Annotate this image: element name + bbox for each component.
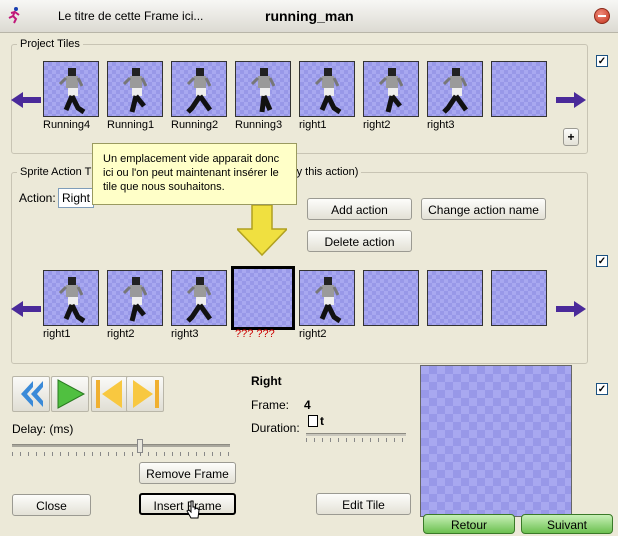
duration-spinner[interactable] bbox=[308, 415, 318, 427]
skip-to-start-button[interactable] bbox=[91, 376, 129, 412]
running-man-app-icon bbox=[8, 7, 20, 24]
project-tile-label: right2 bbox=[363, 119, 391, 131]
tile-preview bbox=[420, 365, 572, 517]
back-button[interactable]: Retour bbox=[423, 514, 515, 534]
close-window-icon[interactable] bbox=[594, 8, 610, 24]
frame-label: Frame: bbox=[251, 398, 290, 412]
add-tile-button[interactable]: + bbox=[563, 128, 579, 146]
frame-tile[interactable] bbox=[171, 270, 227, 326]
duration-label: Duration: bbox=[251, 421, 300, 435]
tooltip-text: Un emplacement vide apparait donc ici ou… bbox=[103, 153, 280, 193]
project-tile-label: Running4 bbox=[43, 119, 91, 131]
window-subtitle: Le titre de cette Frame ici... bbox=[58, 9, 204, 23]
play-icon bbox=[57, 379, 86, 409]
action-name-heading: Right bbox=[251, 374, 282, 388]
frames-left-arrow-icon[interactable] bbox=[11, 299, 41, 319]
project-tile[interactable] bbox=[299, 61, 355, 117]
delay-slider[interactable] bbox=[12, 444, 230, 447]
close-button[interactable]: Close bbox=[12, 494, 91, 516]
action-select-value: Right bbox=[62, 191, 91, 205]
action-select[interactable]: Right bbox=[58, 188, 94, 208]
duration-slider-ticks bbox=[306, 438, 406, 442]
frame-tile-label: right2 bbox=[299, 328, 327, 340]
sprite-action-label: Sprite Action T bbox=[17, 166, 95, 178]
remove-frame-button[interactable]: Remove Frame bbox=[139, 462, 236, 484]
project-tile-label: Running1 bbox=[107, 119, 155, 131]
rewind-button[interactable] bbox=[12, 376, 50, 412]
action-label: Action: bbox=[19, 191, 56, 205]
add-action-button[interactable]: Add action bbox=[307, 198, 412, 220]
tooltip-callout: Un emplacement vide apparait donc ici ou… bbox=[92, 143, 297, 205]
duration-value: t bbox=[320, 414, 324, 428]
frame-tile[interactable] bbox=[491, 270, 547, 326]
project-tile-label: right3 bbox=[427, 119, 455, 131]
delay-label: Delay: (ms) bbox=[12, 422, 74, 436]
project-tile[interactable] bbox=[43, 61, 99, 117]
title-bar: Le titre de cette Frame ici... running_m… bbox=[0, 0, 618, 33]
preview-checkbox[interactable]: ✓ bbox=[596, 383, 608, 395]
yellow-down-arrow-icon bbox=[237, 205, 287, 257]
frame-tile[interactable] bbox=[231, 266, 295, 330]
project-tile[interactable] bbox=[491, 61, 547, 117]
delete-action-button[interactable]: Delete action bbox=[307, 230, 412, 252]
edit-tile-button[interactable]: Edit Tile bbox=[316, 493, 411, 515]
project-tile[interactable] bbox=[427, 61, 483, 117]
frame-tile[interactable] bbox=[363, 270, 419, 326]
frame-tile[interactable] bbox=[107, 270, 163, 326]
frame-value: 4 bbox=[304, 398, 311, 412]
project-tile[interactable] bbox=[235, 61, 291, 117]
frame-tile[interactable] bbox=[43, 270, 99, 326]
project-tile-label: right1 bbox=[299, 119, 327, 131]
project-tile-label: Running3 bbox=[235, 119, 283, 131]
skip-to-end-button[interactable] bbox=[126, 376, 164, 412]
project-tiles-checkbox[interactable]: ✓ bbox=[596, 55, 608, 67]
project-tile-label: Running2 bbox=[171, 119, 219, 131]
duration-slider[interactable] bbox=[306, 433, 406, 436]
frame-tile[interactable] bbox=[427, 270, 483, 326]
delay-slider-thumb[interactable] bbox=[137, 439, 143, 453]
frame-tile[interactable] bbox=[299, 270, 355, 326]
next-button[interactable]: Suivant bbox=[521, 514, 613, 534]
skip-to-end-icon bbox=[133, 380, 159, 408]
frames-checkbox[interactable]: ✓ bbox=[596, 255, 608, 267]
scroll-right-arrow-icon[interactable] bbox=[556, 90, 586, 110]
delay-slider-ticks bbox=[12, 452, 232, 456]
project-tile[interactable] bbox=[107, 61, 163, 117]
frames-right-arrow-icon[interactable] bbox=[556, 299, 586, 319]
play-button[interactable] bbox=[51, 376, 89, 412]
project-tile[interactable] bbox=[171, 61, 227, 117]
window-title: running_man bbox=[265, 8, 354, 24]
frame-tile-label: right3 bbox=[171, 328, 199, 340]
change-action-name-button[interactable]: Change action name bbox=[421, 198, 546, 220]
rewind-icon bbox=[21, 381, 43, 407]
scroll-left-arrow-icon[interactable] bbox=[11, 90, 41, 110]
frame-tile-label: right1 bbox=[43, 328, 71, 340]
project-tile[interactable] bbox=[363, 61, 419, 117]
skip-to-start-icon bbox=[96, 380, 122, 408]
project-tiles-label: Project Tiles bbox=[17, 38, 83, 50]
mouse-cursor-icon bbox=[186, 500, 200, 519]
frame-tile-label: ??? ??? bbox=[235, 328, 275, 340]
frame-tile-label: right2 bbox=[107, 328, 135, 340]
